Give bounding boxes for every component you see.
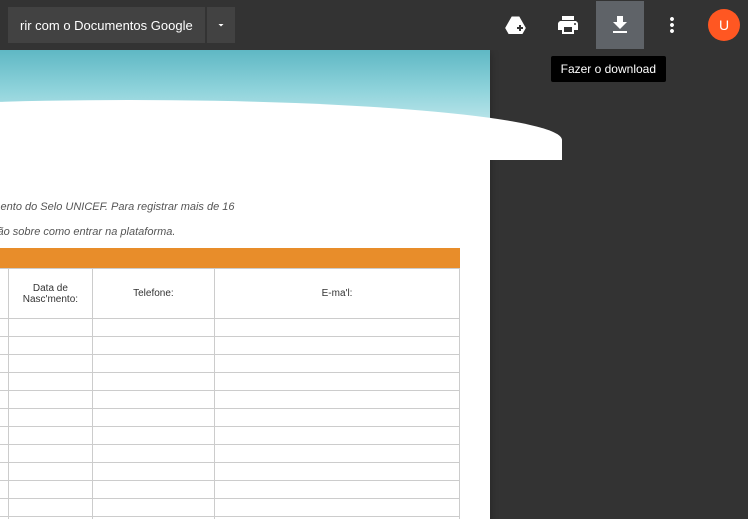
- document-viewer[interactable]: resença dolescentes na Plataforma de Mon…: [0, 50, 748, 519]
- table-body: [0, 319, 460, 519]
- print-icon: [556, 13, 580, 37]
- table-row: [0, 391, 460, 409]
- more-actions-button[interactable]: [648, 1, 696, 49]
- table-header-row: Data de Nasc'mento: Telefone: E-ma'l:: [0, 269, 460, 319]
- table-row: [0, 499, 460, 517]
- column-header-telefone: Telefone:: [92, 269, 214, 319]
- chevron-down-icon: [215, 19, 227, 31]
- table-row: [0, 409, 460, 427]
- column-header-nome: [0, 269, 9, 319]
- table-row: [0, 445, 460, 463]
- download-tooltip: Fazer o download: [551, 56, 666, 82]
- print-button[interactable]: [544, 1, 592, 49]
- download-button[interactable]: [596, 1, 644, 49]
- toolbar-right: U: [492, 1, 740, 49]
- document-description-line1: dolescentes na Plataforma de Monitoramen…: [0, 199, 460, 216]
- table-row: [0, 463, 460, 481]
- table-row: [0, 481, 460, 499]
- open-with-button[interactable]: rir com o Documentos Google: [8, 7, 205, 43]
- document-page: resença dolescentes na Plataforma de Mon…: [0, 50, 490, 519]
- column-header-email: E-ma'l:: [215, 269, 460, 319]
- table-row: [0, 319, 460, 337]
- add-to-drive-button[interactable]: [492, 1, 540, 49]
- drive-add-icon: [504, 13, 528, 37]
- download-icon: [608, 13, 632, 37]
- toolbar-left: rir com o Documentos Google: [8, 7, 235, 43]
- user-avatar[interactable]: U: [708, 9, 740, 41]
- page-header-wave: [0, 50, 490, 150]
- document-content: resença dolescentes na Plataforma de Mon…: [0, 150, 490, 519]
- more-vert-icon: [660, 13, 684, 37]
- table-row: [0, 427, 460, 445]
- table-row: [0, 337, 460, 355]
- table-row: [0, 373, 460, 391]
- attendance-table: Data de Nasc'mento: Telefone: E-ma'l:: [0, 268, 460, 519]
- toolbar: rir com o Documentos Google U: [0, 0, 748, 50]
- document-description-line2: adolescentes e jovens receberá orientaçã…: [0, 224, 460, 241]
- table-row: [0, 355, 460, 373]
- column-header-data-nasc: Data de Nasc'mento:: [9, 269, 93, 319]
- open-with-dropdown-button[interactable]: [207, 7, 235, 43]
- section-header: DADANIA DOS ADOLESCENTES: [0, 248, 460, 268]
